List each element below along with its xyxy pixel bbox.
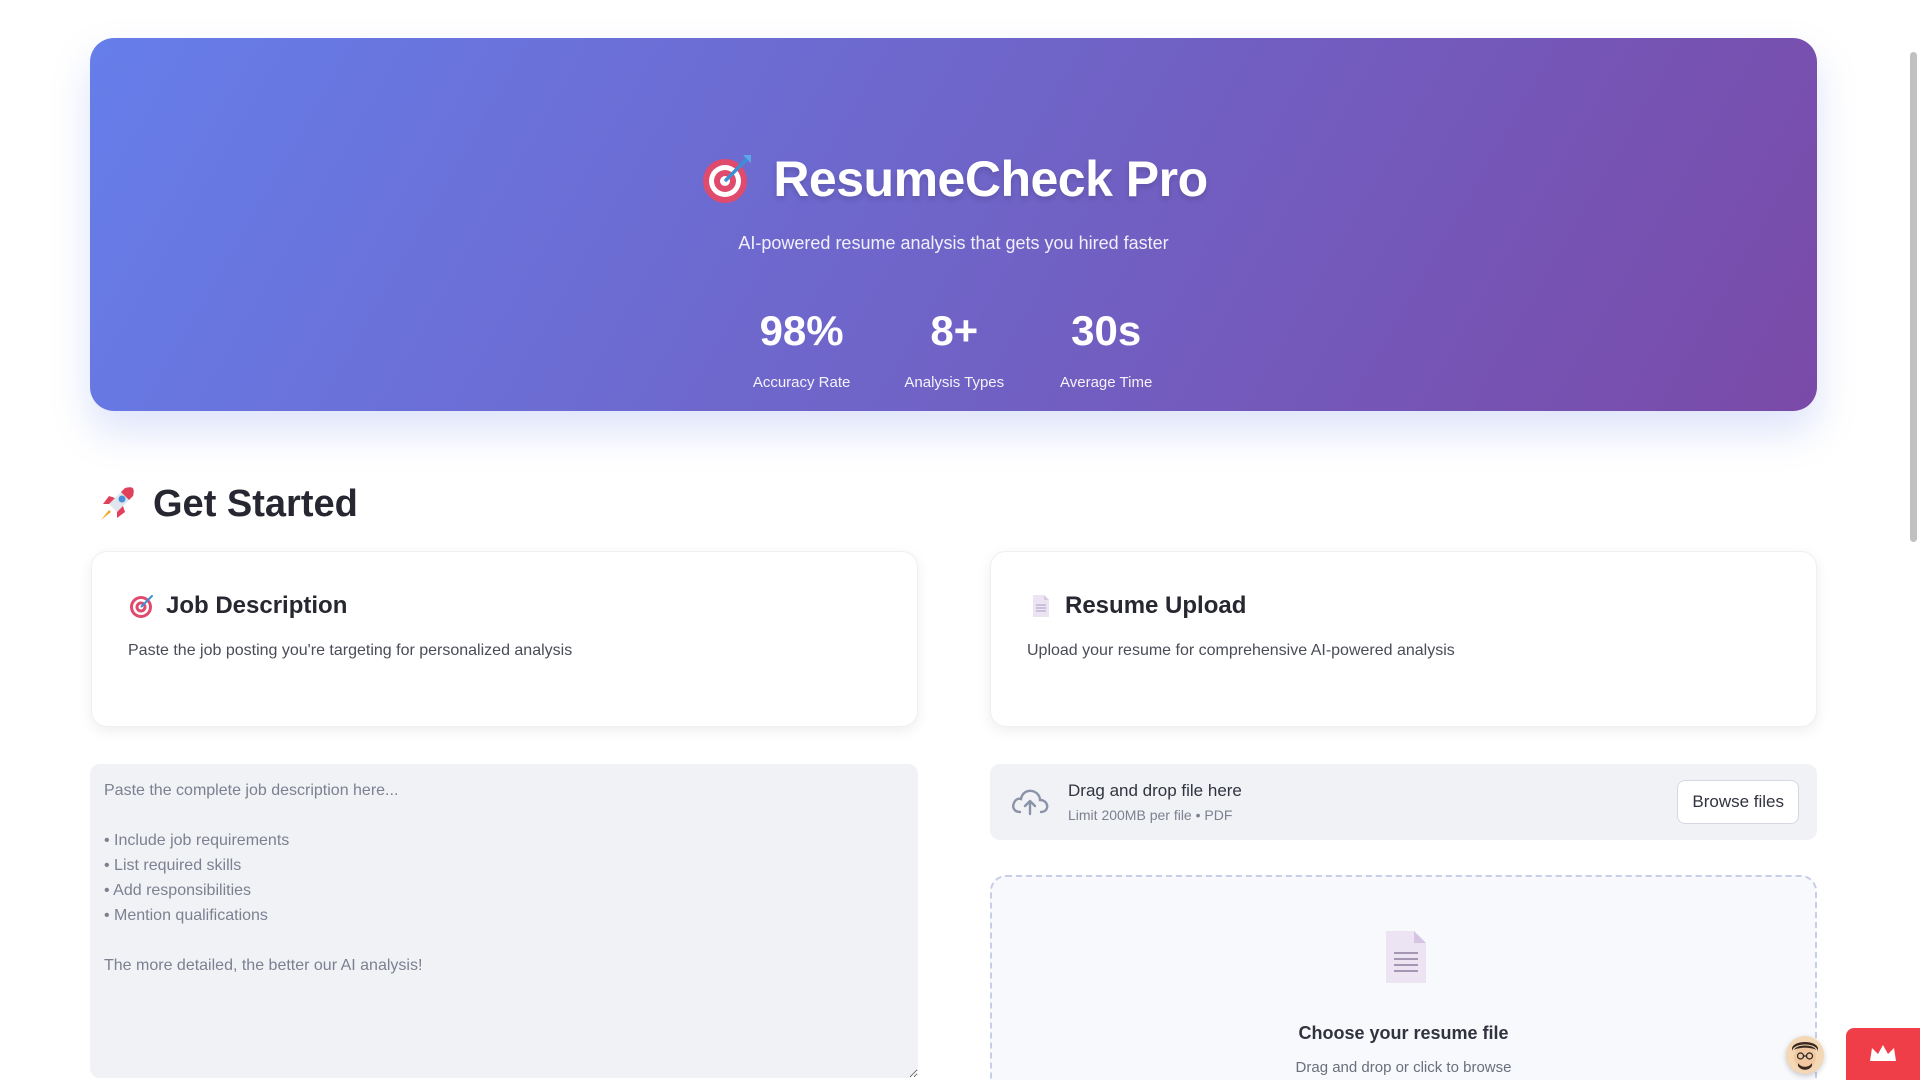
stat-analysis-types: 8+ Analysis Types — [904, 306, 1004, 391]
avatar-face-icon — [1792, 1042, 1818, 1070]
stat-label: Average Time — [1060, 374, 1153, 391]
crown-badge[interactable] — [1846, 1028, 1920, 1080]
document-icon — [1386, 931, 1426, 983]
stat-value: 8+ — [930, 307, 979, 354]
hero-title-row: ResumeCheck Pro — [90, 150, 1817, 208]
stat-average-time: 30s Average Time — [1058, 306, 1154, 391]
document-icon — [1033, 595, 1049, 617]
job-card-description: Paste the job posting you're targeting f… — [128, 642, 573, 659]
rocket-icon — [101, 487, 134, 520]
target-icon — [703, 155, 752, 203]
stat-value: 98% — [759, 307, 844, 354]
browse-files-button[interactable]: Browse files — [1677, 780, 1799, 824]
uploader-main-text: Drag and drop file here — [1068, 781, 1242, 800]
cloud-upload-icon — [1012, 789, 1049, 816]
resume-card-description: Upload your resume for comprehensive AI-… — [1027, 642, 1455, 659]
dropzone-subtitle: Drag and drop or click to browse — [1295, 1059, 1512, 1076]
get-started-heading: Get Started — [95, 482, 358, 526]
stat-label: Analysis Types — [904, 374, 1005, 391]
uploader-text: Drag and drop file here Limit 200MB per … — [1068, 781, 1677, 823]
resume-upload-card: Resume Upload Upload your resume for com… — [990, 551, 1817, 727]
stat-value: 30s — [1071, 307, 1142, 354]
hero-banner: ResumeCheck Pro AI-powered resume analys… — [90, 38, 1817, 411]
job-description-input[interactable] — [90, 764, 918, 1078]
stats-row: 98% Accuracy Rate 8+ Analysis Types 30s … — [90, 306, 1817, 391]
job-card-title: Job Description — [166, 592, 348, 619]
section-title: Get Started — [153, 482, 358, 525]
job-description-card: Job Description Paste the job posting yo… — [91, 551, 918, 727]
resume-card-title: Resume Upload — [1065, 592, 1247, 619]
scrollbar-thumb[interactable] — [1910, 52, 1917, 542]
stat-label: Accuracy Rate — [752, 374, 851, 391]
crown-icon — [1870, 1045, 1896, 1061]
uploader-limit-text: Limit 200MB per file • PDF — [1068, 807, 1233, 823]
stat-accuracy: 98% Accuracy Rate — [753, 306, 851, 391]
target-icon — [130, 595, 153, 618]
hero-subtitle: AI-powered resume analysis that gets you… — [738, 233, 1169, 253]
dropzone-title: Choose your resume file — [1298, 1023, 1509, 1043]
page-scrollbar[interactable] — [1906, 0, 1920, 1080]
avatar[interactable] — [1786, 1036, 1824, 1074]
resume-card-title-row: Resume Upload — [1027, 592, 1780, 620]
job-card-title-row: Job Description — [128, 592, 881, 620]
file-uploader[interactable]: Drag and drop file here Limit 200MB per … — [990, 764, 1817, 840]
resume-dropzone[interactable]: Choose your resume file Drag and drop or… — [990, 875, 1817, 1080]
app-title: ResumeCheck Pro — [773, 151, 1208, 207]
